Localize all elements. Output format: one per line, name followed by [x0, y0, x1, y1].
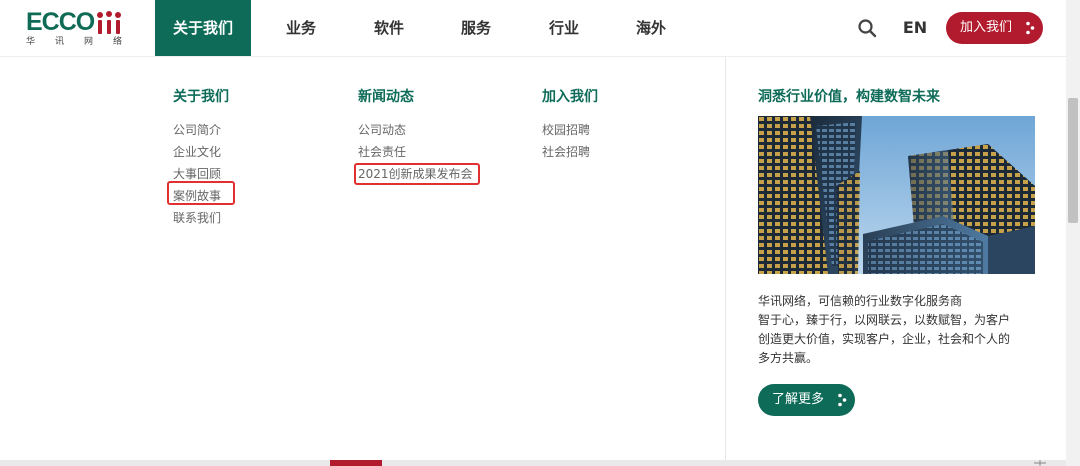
learn-more-button[interactable]: 了解更多 — [758, 384, 855, 416]
nav-item-industry[interactable]: 行业 — [525, 0, 603, 56]
bottom-accent-bar — [330, 460, 382, 466]
promo-text-line: 智于心，臻于行，以网联云，以数赋智，为客户 — [758, 313, 1011, 327]
nav-item-business[interactable]: 业务 — [251, 0, 351, 56]
promo-title: 洞悉行业价值，构建数智未来 — [758, 89, 940, 105]
logo-dots-icon — [97, 11, 121, 34]
join-us-label: 加入我们 — [960, 20, 1013, 35]
promo-text-line: 华讯网络，可信赖的行业数字化服务商 — [758, 294, 963, 308]
nav-item-services[interactable]: 服务 — [427, 0, 525, 56]
dots-icon — [838, 393, 847, 407]
column-title: 加入我们 — [542, 89, 598, 105]
column-title: 新闻动态 — [358, 89, 414, 105]
language-switch[interactable]: EN — [899, 0, 931, 56]
dots-icon — [1026, 21, 1035, 35]
logo-subtitle-char: 华 — [26, 37, 36, 47]
logo-subtitle: 华 讯 网 络 — [26, 37, 122, 47]
logo-subtitle-char: 网 — [83, 37, 93, 47]
menu-link-social-recruiting[interactable]: 社会招聘 — [542, 141, 598, 163]
learn-more-label: 了解更多 — [772, 392, 825, 407]
nav-item-overseas[interactable]: 海外 — [603, 0, 699, 56]
logo-subtitle-char: 讯 — [54, 37, 64, 47]
logo-subtitle-char: 络 — [112, 37, 122, 47]
menu-link-company-profile[interactable]: 公司简介 — [173, 119, 229, 141]
highlight-box-case-stories — [167, 181, 235, 205]
main-nav: 关于我们 业务 软件 服务 行业 海外 — [155, 0, 699, 56]
join-us-button[interactable]: 加入我们 — [946, 12, 1043, 44]
menu-link-corporate-culture[interactable]: 企业文化 — [173, 141, 229, 163]
page-scrollbar[interactable] — [1066, 0, 1080, 466]
ecco-logo[interactable]: ECCO 华 讯 网 络 — [26, 8, 126, 48]
promo-text-line: 创造更大价值，实现客户，企业，社会和个人的 — [758, 332, 1011, 346]
nav-item-about[interactable]: 关于我们 — [155, 0, 251, 56]
column-title: 关于我们 — [173, 89, 229, 105]
logo-wordmark: ECCO — [26, 8, 95, 36]
menu-link-contact-us[interactable]: 联系我们 — [173, 207, 229, 229]
scrollbar-thumb[interactable] — [1068, 98, 1078, 223]
page-bottom-strip — [0, 460, 1066, 466]
highlight-box-innovation-launch — [354, 163, 480, 185]
menu-link-company-news[interactable]: 公司动态 — [358, 119, 473, 141]
menu-column-about: 关于我们 公司简介 企业文化 大事回顾 案例故事 联系我们 — [173, 88, 229, 229]
top-navigation-bar: ECCO 华 讯 网 络 关于我们 业务 软件 服务 行业 海外 EN 加入我们 — [0, 0, 1066, 56]
menu-column-join: 加入我们 校园招聘 社会招聘 — [542, 88, 598, 163]
city-skyscrapers-image — [758, 116, 1035, 274]
resize-marker-icon — [1034, 460, 1046, 466]
promo-section: 洞悉行业价值，构建数智未来 华讯网络，可信赖的行业数字化服务商 智于心，臻于行，… — [758, 88, 1038, 416]
about-dropdown-panel: 关于我们 公司简介 企业文化 大事回顾 案例故事 联系我们 新闻动态 公司动态 … — [0, 56, 1066, 461]
promo-description: 华讯网络，可信赖的行业数字化服务商 智于心，臻于行，以网联云，以数赋智，为客户 … — [758, 292, 1038, 368]
promo-text-line: 多方共赢。 — [758, 351, 819, 365]
menu-link-campus-recruiting[interactable]: 校园招聘 — [542, 119, 598, 141]
search-icon[interactable] — [857, 18, 877, 38]
nav-item-software[interactable]: 软件 — [351, 0, 427, 56]
menu-link-social-responsibility[interactable]: 社会责任 — [358, 141, 473, 163]
panel-divider — [725, 57, 726, 461]
